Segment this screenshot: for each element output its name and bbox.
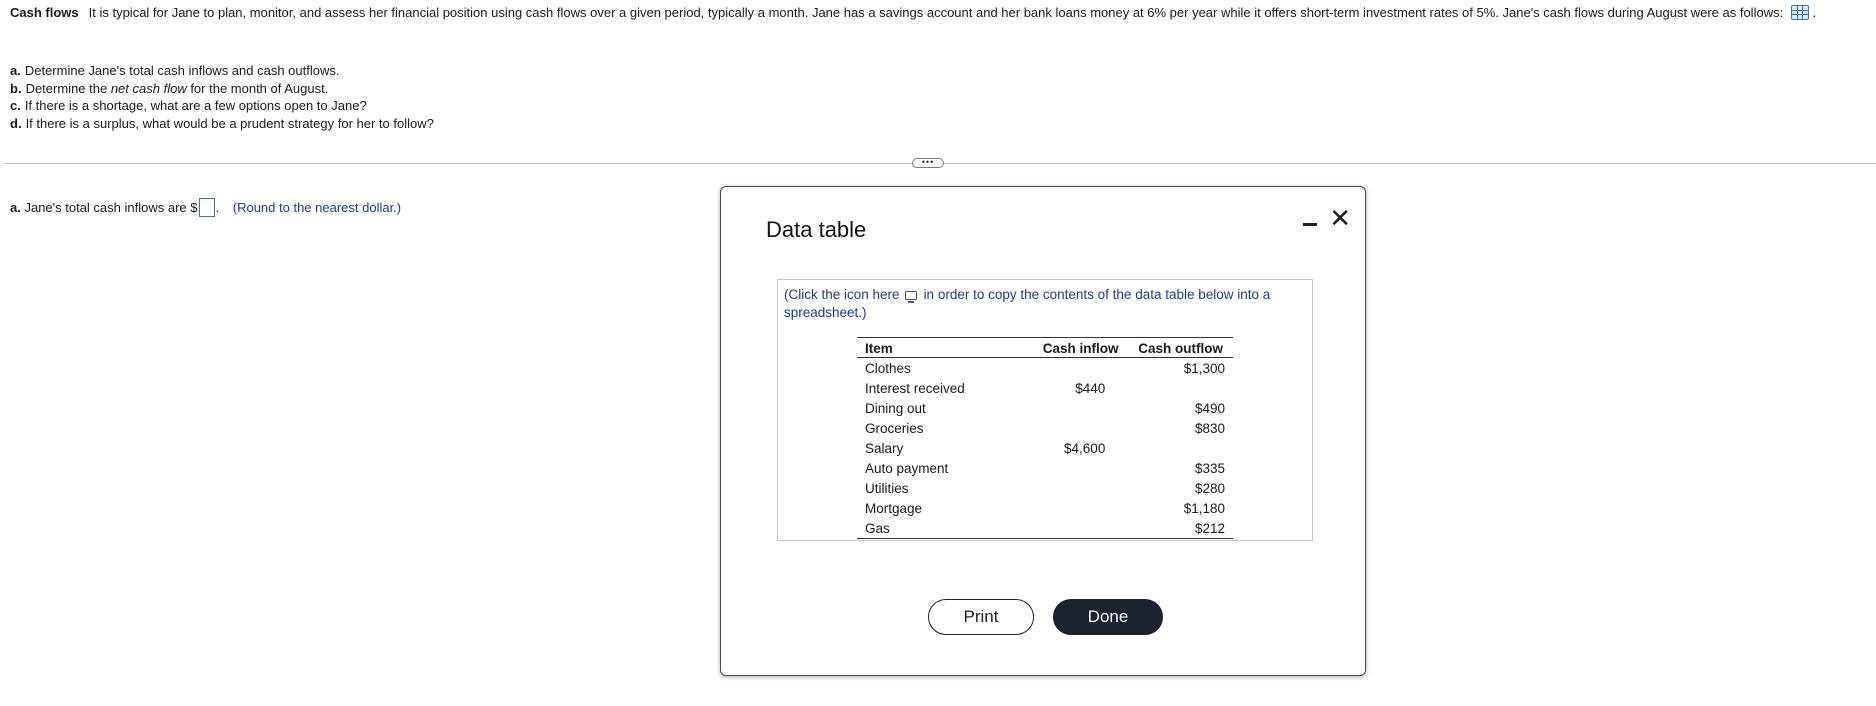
data-table-box: (Click the icon here in order to copy the…	[777, 279, 1313, 541]
question-body: It is typical for Jane to plan, monitor,…	[88, 5, 1784, 20]
question-title: Cash flows	[10, 5, 79, 20]
question-parts: a. Determine Jane's total cash inflows an…	[10, 62, 434, 132]
cash-inflows-input[interactable]	[198, 198, 215, 217]
dialog-title: Data table	[766, 217, 867, 242]
cash-flow-table: Item Cash inflow Cash outflow Clothes $1,…	[857, 337, 1233, 539]
part-d: d. If there is a surplus, what would be a…	[10, 115, 434, 131]
question-text: Cash flows It is typical for Jane to plan…	[10, 5, 1817, 20]
part-c: c. If there is a shortage, what are a few…	[10, 98, 367, 113]
answer-part-label: a.	[10, 200, 21, 215]
table-row: Utilities $280	[865, 481, 1225, 496]
table-row: Gas $212	[857, 518, 1233, 539]
header-item: Item	[857, 337, 1033, 358]
table-row: Clothes $1,300	[865, 361, 1225, 376]
round-hint: (Round to the nearest dollar.)	[232, 200, 402, 215]
print-button[interactable]: Print	[928, 599, 1034, 635]
header-cash-inflow: Cash inflow	[1033, 337, 1129, 358]
done-button[interactable]: Done	[1053, 599, 1163, 635]
table-row: Mortgage $1,180	[865, 501, 1225, 516]
copy-spreadsheet-icon[interactable]	[904, 291, 917, 303]
copy-instructions: (Click the icon here in order to copy the…	[784, 287, 1271, 320]
expand-button[interactable]: •••	[912, 158, 944, 168]
minimize-icon[interactable]	[1303, 214, 1317, 228]
table-row: Interest received $440	[865, 381, 1106, 396]
header-cash-outflow: Cash outflow	[1128, 337, 1233, 358]
table-row: Auto payment $335	[865, 461, 1225, 476]
table-row: Salary $4,600	[865, 441, 1106, 456]
data-table-dialog: Data table ✕ (Click the icon here in orde…	[720, 186, 1366, 676]
table-row: Dining out $490	[865, 401, 1225, 416]
part-b: b. Determine the net cash flow for the mo…	[10, 80, 329, 96]
data-table-icon[interactable]	[1790, 5, 1809, 20]
part-a: a. Determine Jane's total cash inflows an…	[10, 63, 340, 78]
close-icon[interactable]: ✕	[1329, 203, 1351, 233]
table-row: Groceries $830	[865, 421, 1225, 436]
answer-line: a. Jane's total cash inflows are $. (Rou…	[10, 198, 402, 217]
answer-text: Jane's total cash inflows are $	[24, 200, 198, 215]
